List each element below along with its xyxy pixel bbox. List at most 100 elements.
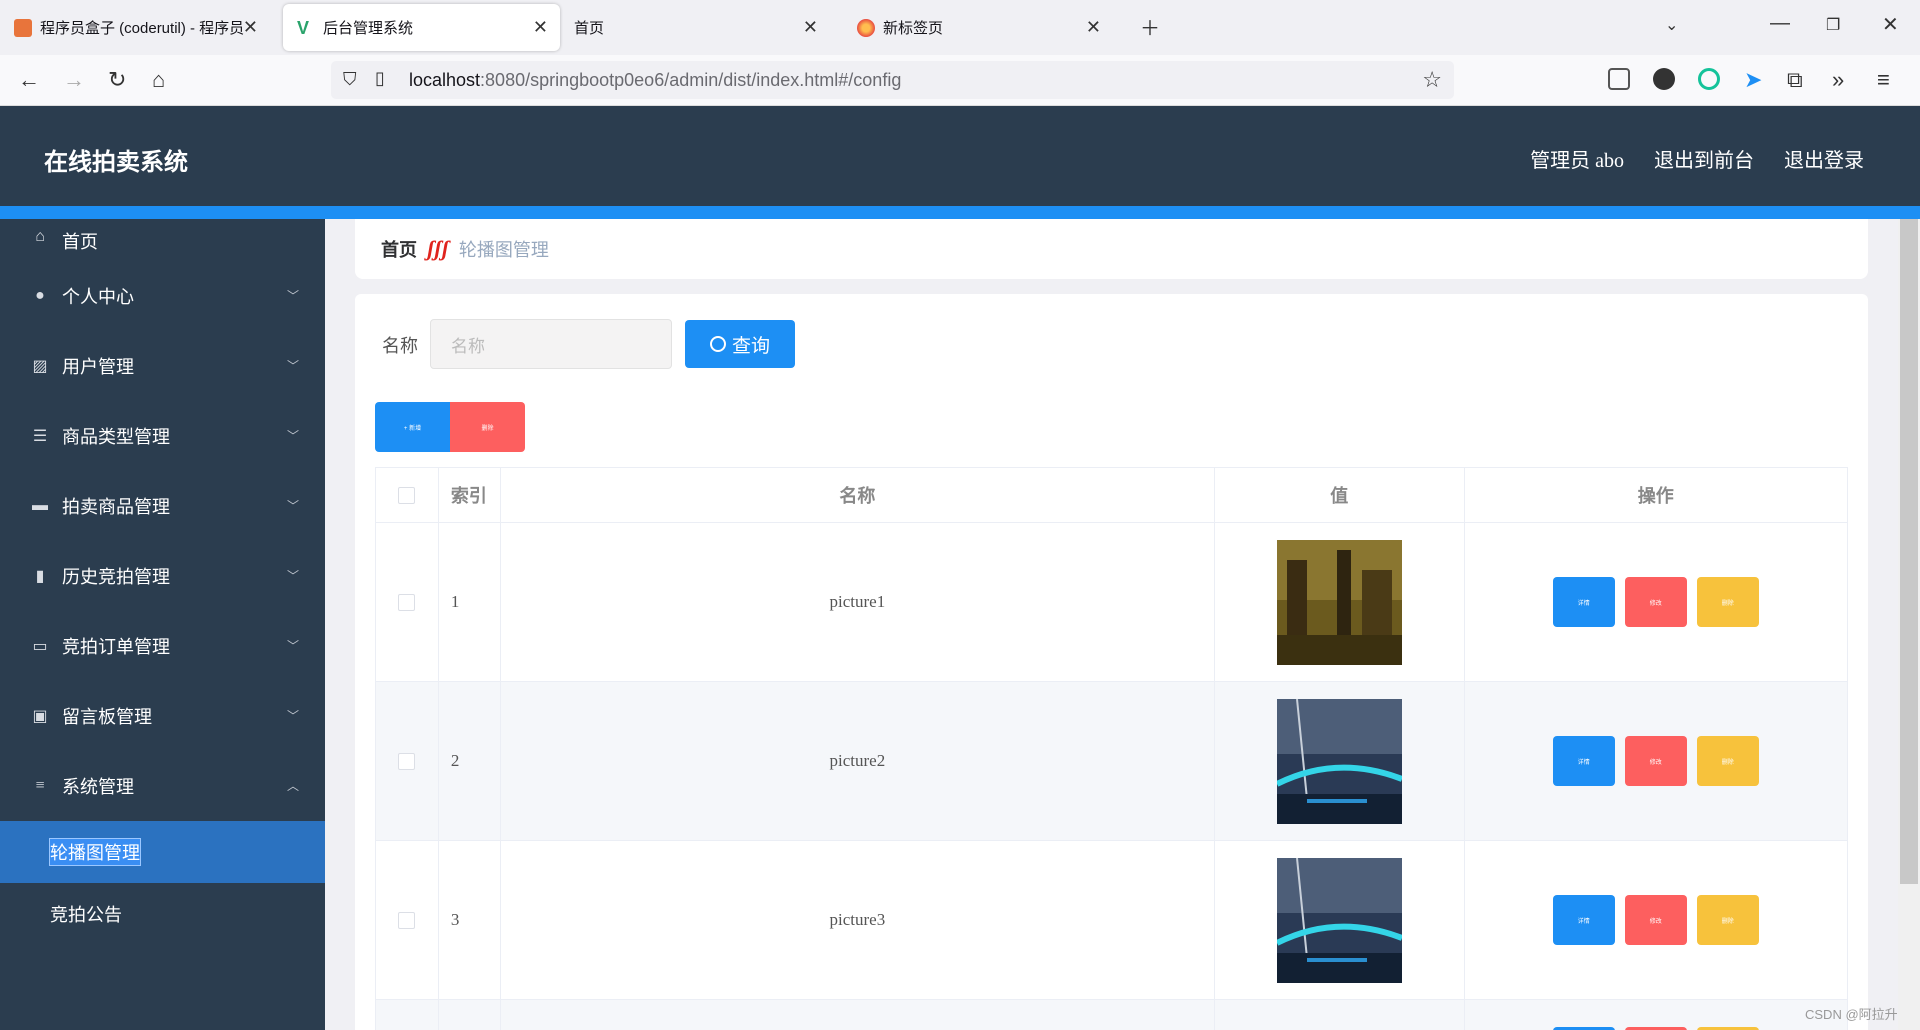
detail-button[interactable]: 详情 — [1552, 577, 1615, 627]
chevron-down-icon: ﹀ — [286, 429, 299, 443]
app-header: 在线拍卖系统 管理员 abo 退出到前台 退出登录 — [0, 106, 1920, 206]
shield-icon: ⛉ — [343, 69, 357, 89]
sidebar-item-orders[interactable]: ▭ 竞拍订单管理 ﹀ — [0, 611, 325, 681]
home-icon[interactable]: ⌂ — [152, 67, 165, 93]
sidebar-item-label: 用户管理 — [62, 357, 134, 377]
add-button[interactable]: + 新增 — [375, 402, 450, 452]
sidebar-subitem-label: 竞拍公告 — [50, 905, 122, 925]
delete-button[interactable]: 删除 — [1696, 895, 1759, 945]
row-checkbox[interactable] — [398, 593, 416, 611]
sidebar-item-product-types[interactable]: ☰ 商品类型管理 ﹀ — [0, 401, 325, 471]
row-checkbox[interactable] — [398, 752, 416, 770]
menu-icon[interactable]: ≡ — [1877, 67, 1890, 93]
sidebar-item-label: 商品类型管理 — [62, 427, 170, 447]
carousel-image[interactable] — [1276, 539, 1402, 665]
page-icon: ▯ — [375, 68, 385, 88]
row-index: 1 — [439, 523, 501, 681]
current-user: 管理员 abo — [1530, 150, 1624, 172]
sidebar-item-auction-products[interactable]: ▬ 拍卖商品管理 ﹀ — [0, 471, 325, 541]
reload-icon[interactable]: ↻ — [108, 67, 126, 93]
chevron-up-icon: ︿ — [286, 779, 299, 793]
row-name: picture1 — [501, 523, 1215, 681]
bookmark-star-icon[interactable]: ☆ — [1422, 67, 1442, 93]
header-links: 管理员 abo 退出到前台 退出登录 — [1530, 144, 1864, 173]
select-all-checkbox[interactable] — [398, 486, 416, 504]
edit-button[interactable]: 修改 — [1624, 895, 1687, 945]
scrollbar-thumb[interactable] — [1900, 219, 1918, 884]
close-icon[interactable]: ✕ — [1086, 17, 1101, 38]
pocket-icon[interactable] — [1608, 68, 1630, 90]
close-icon[interactable]: ✕ — [803, 17, 818, 38]
restore-icon[interactable]: ❐ — [1826, 15, 1840, 35]
tab-label: 新标签页 — [883, 20, 944, 37]
chevron-down-icon: ﹀ — [286, 359, 299, 373]
sidebar-item-messages[interactable]: ▣ 留言板管理 ﹀ — [0, 681, 325, 751]
content-panel: 名称 名称 查询 + 新增 删除 索引 名称 值 操作 1 picture1 详… — [355, 294, 1868, 1030]
sidebar-subitem-label: 轮播图管理 — [49, 838, 141, 866]
detail-button[interactable]: 详情 — [1552, 895, 1615, 945]
table-row: 3 picture3 详情 修改 删除 — [376, 841, 1847, 1000]
search-icon — [709, 336, 726, 352]
chevron-down-icon: ﹀ — [286, 289, 299, 303]
breadcrumb-home[interactable]: 首页 — [381, 236, 417, 262]
vue-icon: V — [297, 17, 310, 38]
sidebar-item-home[interactable]: ⌂ 首页 — [0, 219, 325, 261]
window-close-icon[interactable]: ✕ — [1882, 12, 1899, 37]
sidebar-item-system[interactable]: ≡ 系统管理 ︿ — [0, 751, 325, 821]
browser-tab-4[interactable]: 新标签页 ✕ — [843, 4, 1113, 51]
tab-list-icon[interactable]: ⌄ — [1665, 15, 1678, 35]
browser-nav-bar: ← → ↻ ⌂ ⛉ ▯ localhost:8080/springbootp0e… — [0, 55, 1920, 106]
carousel-image[interactable] — [1276, 857, 1402, 983]
search-button[interactable]: 查询 — [685, 320, 795, 368]
chevron-down-icon: ﹀ — [286, 639, 299, 653]
row-actions-cell — [1465, 1000, 1847, 1030]
chevron-down-icon: ﹀ — [286, 709, 299, 723]
batch-delete-button[interactable]: 删除 — [450, 402, 525, 452]
search-input[interactable]: 名称 — [430, 319, 672, 369]
sidebar-item-personal[interactable]: ● 个人中心 ﹀ — [0, 261, 325, 331]
overflow-icon[interactable]: » — [1832, 67, 1844, 93]
close-icon[interactable]: ✕ — [533, 17, 548, 38]
row-select-cell — [376, 523, 439, 681]
browser-tab-2[interactable]: V 后台管理系统 ✕ — [283, 4, 560, 51]
detail-button[interactable]: 详情 — [1552, 736, 1615, 786]
edit-button[interactable]: 修改 — [1624, 736, 1687, 786]
carousel-image[interactable] — [1276, 698, 1402, 824]
row-name: picture2 — [501, 682, 1215, 840]
url-bar[interactable]: ⛉ ▯ localhost:8080/springbootp0eo6/admin… — [331, 61, 1454, 99]
browser-tab-3[interactable]: 首页 ✕ — [560, 4, 830, 51]
grammarly-icon[interactable] — [1698, 68, 1720, 90]
extension-avatar-icon[interactable] — [1653, 68, 1675, 90]
sidebar-subitem-carousel[interactable]: 轮播图管理 — [0, 821, 325, 883]
delete-button[interactable]: 删除 — [1696, 736, 1759, 786]
row-checkbox[interactable] — [398, 911, 416, 929]
header-cell-name: 名称 — [501, 468, 1215, 522]
sidebar-subitem-announcement[interactable]: 竞拍公告 — [0, 883, 325, 945]
sidebar-item-label: 历史竞拍管理 — [62, 567, 170, 587]
row-value-cell — [1215, 682, 1465, 840]
back-icon[interactable]: ← — [18, 67, 40, 93]
exit-to-front-link[interactable]: 退出到前台 — [1654, 144, 1754, 173]
sidebar-item-label: 拍卖商品管理 — [62, 497, 170, 517]
main-content: 首页 ʃʃʃ 轮播图管理 名称 名称 查询 + 新增 删除 索引 名称 值 操作… — [325, 219, 1898, 1030]
sidebar-item-label: 首页 — [62, 232, 98, 252]
sidebar-item-bid-history[interactable]: ▮ 历史竞拍管理 ﹀ — [0, 541, 325, 611]
forward-icon[interactable]: → — [63, 67, 85, 93]
close-icon[interactable]: ✕ — [243, 17, 258, 38]
browser-tab-bar: 程序员盒子 (coderutil) - 程序员 ✕ V 后台管理系统 ✕ 首页 … — [0, 0, 1920, 55]
sidebar: ⌂ 首页 ● 个人中心 ﹀ ▨ 用户管理 ﹀ ☰ 商品类型管理 ﹀ ▬ 拍卖商品… — [0, 219, 325, 1030]
chevron-down-icon: ﹀ — [286, 569, 299, 583]
sidebar-item-users[interactable]: ▨ 用户管理 ﹀ — [0, 331, 325, 401]
edit-button[interactable]: 修改 — [1624, 577, 1687, 627]
minimize-icon[interactable]: — — [1770, 12, 1790, 35]
logout-link[interactable]: 退出登录 — [1784, 144, 1864, 173]
row-select-cell — [376, 682, 439, 840]
delete-button[interactable]: 删除 — [1696, 577, 1759, 627]
breadcrumb: 首页 ʃʃʃ 轮播图管理 — [355, 219, 1868, 279]
cursor-extension-icon[interactable]: ➤ — [1744, 67, 1762, 93]
browser-tab-1[interactable]: 程序员盒子 (coderutil) - 程序员 ✕ — [0, 4, 270, 51]
briefcase-icon: ▣ — [32, 708, 48, 725]
row-actions-cell: 详情 修改 删除 — [1465, 682, 1847, 840]
extensions-icon[interactable]: ⧉ — [1787, 67, 1803, 93]
new-tab-icon[interactable]: ＋ — [1140, 12, 1160, 41]
